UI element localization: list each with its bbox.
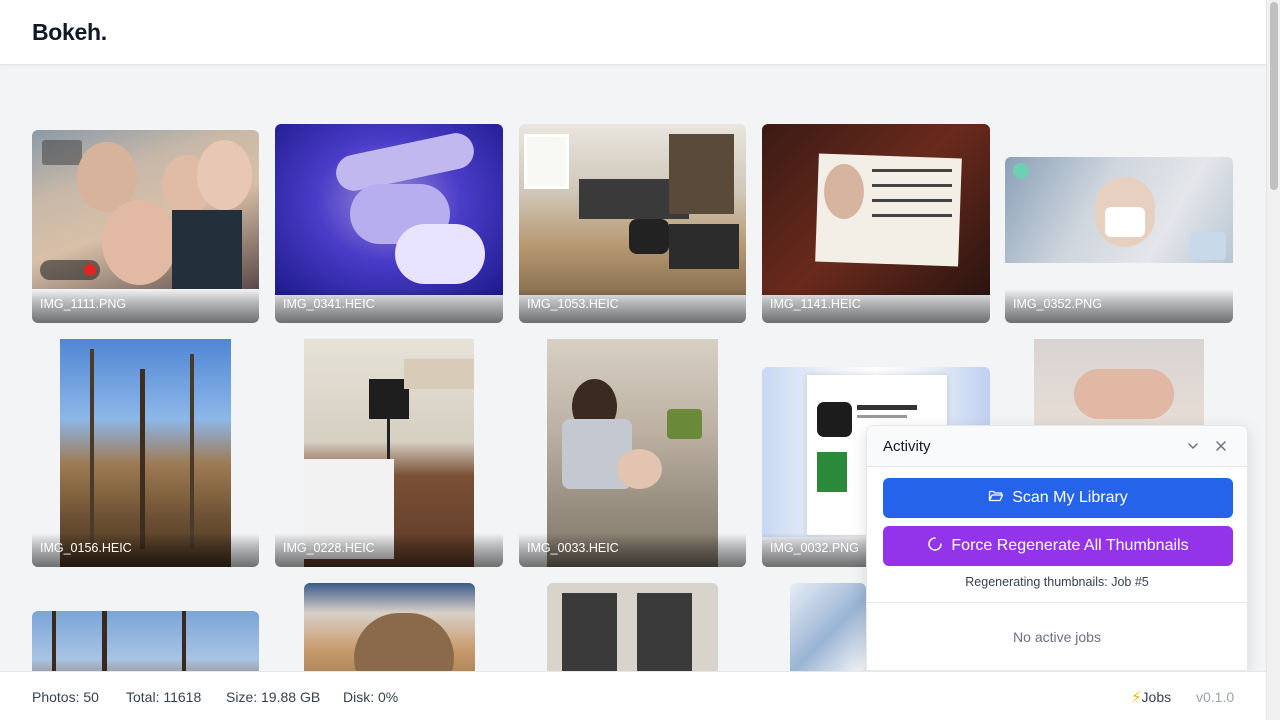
photo-caption: IMG_1053.HEIC [519, 289, 746, 323]
scan-library-label: Scan My Library [1012, 489, 1128, 506]
photo-tile[interactable]: IMG_0341.HEIC [275, 124, 503, 323]
folder-open-icon [988, 489, 1012, 506]
photo-thumbnail [762, 124, 990, 295]
photo-thumbnail [275, 124, 503, 295]
force-regenerate-button[interactable]: Force Regenerate All Thumbnails [883, 526, 1233, 566]
status-bar: Photos: 50 Total: 11618 Size: 19.88 GB D… [0, 671, 1266, 720]
scrollbar[interactable] [1266, 0, 1280, 720]
jobs-label: Jobs [1141, 689, 1172, 705]
disk-usage: Disk: 0% [343, 689, 399, 705]
version-label: v0.1.0 [1196, 689, 1235, 705]
jobs-button[interactable]: ⚡Jobs [1131, 688, 1171, 706]
scan-library-button[interactable]: Scan My Library [883, 478, 1233, 518]
photo-caption: IMG_1141.HEIC [762, 289, 990, 323]
photo-thumbnail [304, 583, 475, 671]
app-logo[interactable]: Bokeh. [32, 19, 107, 46]
photo-tile[interactable]: IMG_1111.PNG [32, 130, 259, 323]
photo-caption: IMG_0156.HEIC [32, 533, 259, 567]
no-jobs-text: No active jobs [1013, 629, 1101, 645]
photo-tile[interactable] [790, 583, 866, 671]
job-status-text: Regenerating thumbnails: Job #5 [965, 575, 1149, 589]
activity-title: Activity [883, 438, 931, 455]
activity-header: Activity [867, 426, 1247, 467]
photo-tile[interactable] [547, 583, 718, 671]
app-header: Bokeh. [0, 0, 1266, 65]
activity-panel: Activity Scan My Library Force Regenerat… [866, 425, 1248, 671]
lightning-icon: ⚡ [1131, 689, 1142, 706]
photo-caption: IMG_1111.PNG [32, 289, 259, 323]
chevron-down-icon[interactable] [1185, 438, 1201, 454]
divider [867, 602, 1247, 603]
photo-tile[interactable]: IMG_0156.HEIC [32, 339, 259, 567]
photo-caption: IMG_0228.HEIC [275, 533, 503, 567]
spinner-icon [927, 537, 951, 554]
total-count: Total: 11618 [126, 689, 202, 705]
photo-tile[interactable]: IMG_1141.HEIC [762, 124, 990, 323]
photo-tile[interactable]: IMG_0228.HEIC [275, 339, 503, 567]
force-regenerate-label: Force Regenerate All Thumbnails [951, 537, 1189, 554]
photo-thumbnail [519, 124, 746, 295]
photo-thumbnail [32, 130, 259, 289]
photos-count: Photos: 50 [32, 689, 99, 705]
photo-thumbnail [1005, 157, 1233, 263]
photo-thumbnail [547, 583, 718, 671]
photo-tile[interactable]: IMG_0352.PNG [1005, 157, 1233, 323]
photo-tile[interactable] [32, 611, 259, 671]
scrollbar-thumb[interactable] [1270, 2, 1278, 190]
photo-thumbnail [32, 611, 259, 671]
photo-tile[interactable] [304, 583, 475, 671]
photo-caption: IMG_0341.HEIC [275, 289, 503, 323]
photo-thumbnail [790, 583, 866, 671]
photo-caption: IMG_0352.PNG [1005, 289, 1233, 323]
close-icon[interactable] [1213, 438, 1229, 454]
photo-caption: IMG_0033.HEIC [519, 533, 746, 567]
photo-tile[interactable]: IMG_1053.HEIC [519, 124, 746, 323]
library-size: Size: 19.88 GB [226, 689, 321, 705]
photo-tile[interactable]: IMG_0033.HEIC [519, 339, 746, 567]
